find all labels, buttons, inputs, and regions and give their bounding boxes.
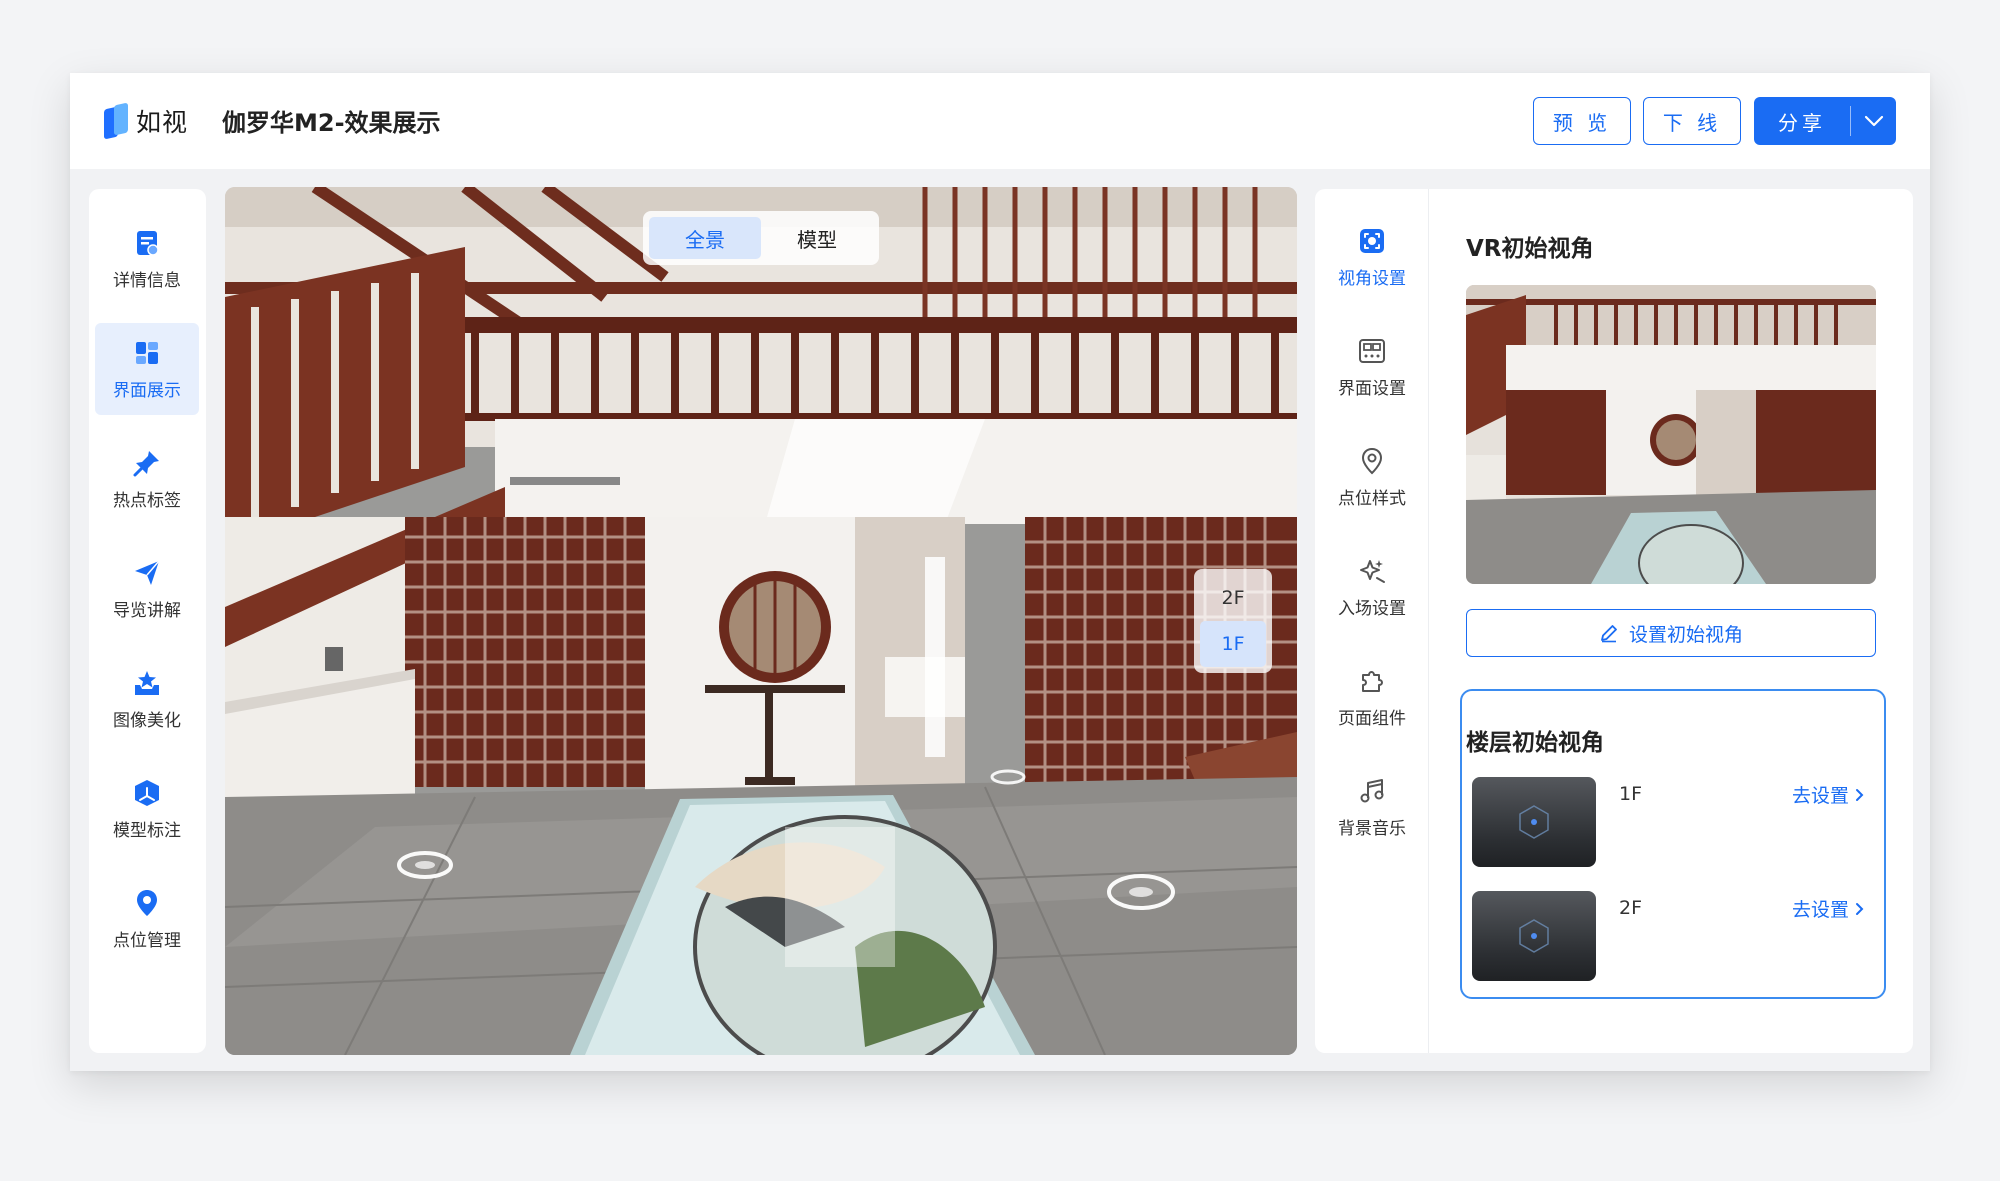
floor-option-2f[interactable]: 2F xyxy=(1200,575,1266,621)
cube-icon xyxy=(135,779,159,806)
panorama-scene xyxy=(225,187,1297,1055)
cube-view-icon xyxy=(1519,919,1549,953)
viewpoint-icon xyxy=(1360,228,1384,253)
set-initial-view-label: 设置初始视角 xyxy=(1628,623,1743,646)
pin-icon xyxy=(133,450,159,476)
sparkle-icon xyxy=(1360,559,1385,583)
sidebar-item-label: 模型标注 xyxy=(113,820,181,841)
panorama-viewer[interactable]: 全景 模型 2F 1F xyxy=(225,187,1297,1055)
paper-plane-icon xyxy=(135,560,160,585)
puzzle-icon xyxy=(1362,670,1383,692)
floor-switcher: 2F 1F xyxy=(1194,569,1272,673)
floor-initial-view-card: 楼层初始视角 1F 去设置 2F 去设置 xyxy=(1460,689,1886,999)
go-set-label: 去设置 xyxy=(1791,899,1849,921)
tab-background-music[interactable]: 背景音乐 xyxy=(1315,759,1429,855)
go-set-link[interactable]: 去设置 xyxy=(1792,781,1864,808)
floor-row-1f: 1F 去设置 xyxy=(1472,777,1882,869)
tab-label: 入场设置 xyxy=(1338,598,1406,619)
chevron-right-icon xyxy=(1856,902,1864,915)
tab-interface-settings[interactable]: 界面设置 xyxy=(1315,319,1429,415)
floor-name: 2F xyxy=(1619,897,1643,919)
viewpoint-settings-content: VR初始视角 设置初始视角 楼层初始视角 1F 去设置 2F 去设置 xyxy=(1430,189,1913,1053)
vr-initial-view-thumbnail xyxy=(1466,285,1876,584)
preview-button[interactable]: 预 览 xyxy=(1533,97,1631,145)
interface-settings-icon xyxy=(1359,338,1385,363)
floor-initial-view-title: 楼层初始视角 xyxy=(1466,730,1604,756)
tab-model[interactable]: 模型 xyxy=(761,217,873,259)
tab-label: 视角设置 xyxy=(1338,268,1406,289)
floor-row-2f: 2F 去设置 xyxy=(1472,891,1882,983)
logo-mark-icon xyxy=(104,102,128,140)
chevron-down-icon xyxy=(1864,115,1883,127)
logo[interactable]: 如视 xyxy=(104,102,189,140)
vr-preview-image xyxy=(1466,285,1876,584)
tab-viewpoint-settings[interactable]: 视角设置 xyxy=(1315,209,1429,305)
pencil-icon xyxy=(1601,625,1617,643)
location-style-icon xyxy=(1361,447,1383,474)
location-icon xyxy=(137,889,157,916)
floor-name: 1F xyxy=(1619,783,1643,805)
share-button-group: 分享 xyxy=(1754,97,1896,145)
music-note-icon xyxy=(1360,778,1384,802)
sidebar-item-beautify[interactable]: 图像美化 xyxy=(95,653,199,745)
go-set-label: 去设置 xyxy=(1791,785,1849,807)
set-initial-view-button[interactable]: 设置初始视角 xyxy=(1466,609,1876,657)
floor-option-1f[interactable]: 1F xyxy=(1200,621,1266,667)
vr-initial-view-title: VR初始视角 xyxy=(1466,236,1594,262)
sidebar-item-label: 界面展示 xyxy=(113,380,181,401)
tab-page-components[interactable]: 页面组件 xyxy=(1315,649,1429,745)
share-dropdown-button[interactable] xyxy=(1851,97,1896,145)
top-header: 如视 伽罗华M2-效果展示 预 览 下 线 分享 xyxy=(70,73,1930,169)
layout-icon xyxy=(136,341,158,364)
sidebar-item-guide[interactable]: 导览讲解 xyxy=(95,543,199,635)
tab-label: 点位样式 xyxy=(1338,488,1406,509)
logo-text: 如视 xyxy=(136,108,189,137)
view-mode-toggle: 全景 模型 xyxy=(643,211,879,265)
tab-label: 界面设置 xyxy=(1338,378,1406,399)
go-set-link[interactable]: 去设置 xyxy=(1792,895,1864,922)
star-tray-icon xyxy=(135,670,159,695)
tab-panorama[interactable]: 全景 xyxy=(649,217,761,259)
sidebar-item-layout[interactable]: 界面展示 xyxy=(95,323,199,415)
cube-view-icon xyxy=(1519,805,1549,839)
tab-label: 背景音乐 xyxy=(1338,818,1406,839)
tab-label: 页面组件 xyxy=(1338,708,1406,729)
tab-entrance-settings[interactable]: 入场设置 xyxy=(1315,539,1429,635)
sidebar-item-details[interactable]: 详情信息 xyxy=(95,213,199,305)
right-settings-panel: 视角设置 界面设置 点位样式 入场设置 页面组件 背景音乐 VR初始视角 设置初… xyxy=(1315,189,1913,1053)
floor-thumbnail xyxy=(1472,777,1596,867)
sidebar-item-hotspots[interactable]: 热点标签 xyxy=(95,433,199,525)
sidebar-item-points[interactable]: 点位管理 xyxy=(95,873,199,965)
settings-tab-column: 视角设置 界面设置 点位样式 入场设置 页面组件 背景音乐 xyxy=(1315,189,1429,1053)
chevron-right-icon xyxy=(1856,788,1864,801)
tab-point-style[interactable]: 点位样式 xyxy=(1315,429,1429,525)
app-window: 如视 伽罗华M2-效果展示 预 览 下 线 分享 详情信息 界面展示 热点标签 xyxy=(70,73,1930,1071)
left-sidebar: 详情信息 界面展示 热点标签 导览讲解 图像美化 模型标注 点位管理 xyxy=(89,189,206,1053)
offline-button[interactable]: 下 线 xyxy=(1643,97,1741,145)
sidebar-item-label: 热点标签 xyxy=(113,490,181,511)
sidebar-item-label: 点位管理 xyxy=(113,930,181,951)
floor-thumbnail xyxy=(1472,891,1596,981)
sidebar-item-label: 详情信息 xyxy=(113,270,181,291)
document-info-icon xyxy=(137,230,159,256)
sidebar-item-label: 图像美化 xyxy=(113,710,181,731)
sidebar-item-label: 导览讲解 xyxy=(113,600,181,621)
share-button[interactable]: 分享 xyxy=(1754,97,1850,145)
project-title: 伽罗华M2-效果展示 xyxy=(222,109,441,137)
sidebar-item-model-annotation[interactable]: 模型标注 xyxy=(95,763,199,855)
